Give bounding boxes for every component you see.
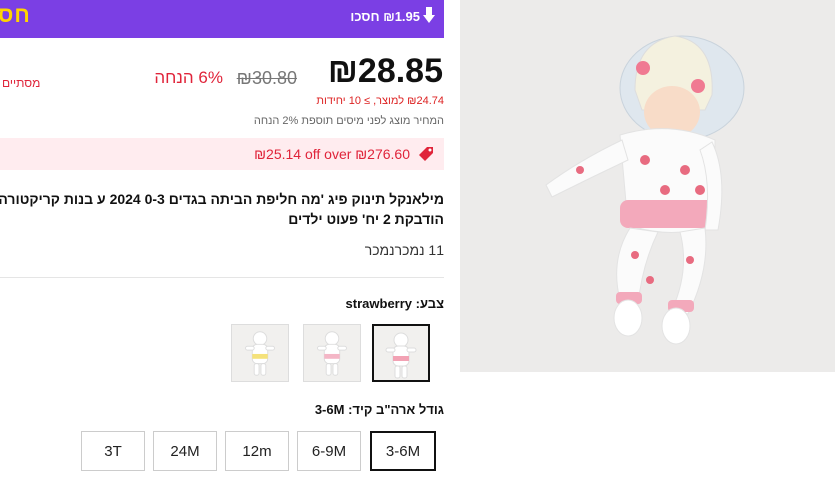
color-label: צבע: strawberry [345, 296, 444, 311]
tag-icon [419, 147, 433, 161]
banner-promo-text: חס [0, 2, 31, 27]
original-price: ₪30.80 [236, 68, 297, 88]
down-arrow-icon [423, 7, 435, 23]
baby-outfit-thumbnail [232, 325, 288, 381]
size-option-3-6m[interactable]: 3-6M [370, 431, 436, 471]
current-price: ₪28.85 [327, 52, 443, 90]
baby-in-pajamas-image [460, 0, 835, 372]
divider [0, 277, 444, 278]
deal-ending-label: מסתיים [2, 76, 41, 90]
tax-note: המחיר מוצג לפני מיסים תוספת 2% הנחה [253, 115, 444, 127]
size-option-24m[interactable]: 24M [153, 431, 217, 471]
size-option-6-9m[interactable]: 6-9M [297, 431, 361, 471]
size-option-12m[interactable]: 12m [225, 431, 289, 471]
baby-outfit-thumbnail [304, 325, 360, 381]
color-thumb-3[interactable] [231, 324, 289, 382]
discount-label: 6% הנחה [154, 68, 223, 87]
banner-save-text: ₪1.95 חסכו [350, 9, 420, 24]
product-title-line2: הודבקת 2 יח' פעוט ילדים [288, 211, 444, 227]
sold-count: 11 נמכרנמכר [364, 242, 444, 258]
product-photo[interactable] [460, 0, 835, 372]
color-thumb-2[interactable] [303, 324, 361, 382]
coupon-bar[interactable]: ₪25.14 off over ₪276.60 [0, 138, 444, 170]
size-option-3t[interactable]: 3T [81, 431, 145, 471]
coupon-text: ₪25.14 off over ₪276.60 [254, 146, 410, 162]
bulk-price-note: ₪24.74 למוצר, ≥ 10 יחידות [316, 95, 444, 107]
size-label: גודל ארה"ב קיד: 3-6M [314, 402, 444, 417]
product-title: מילאנקל תינוק פיג 'מה חליפת הביתה בגדים … [0, 191, 444, 207]
color-thumb-strawberry[interactable] [372, 324, 430, 382]
baby-outfit-thumbnail [374, 326, 428, 380]
savings-banner: חס ₪1.95 חסכו [0, 0, 444, 38]
